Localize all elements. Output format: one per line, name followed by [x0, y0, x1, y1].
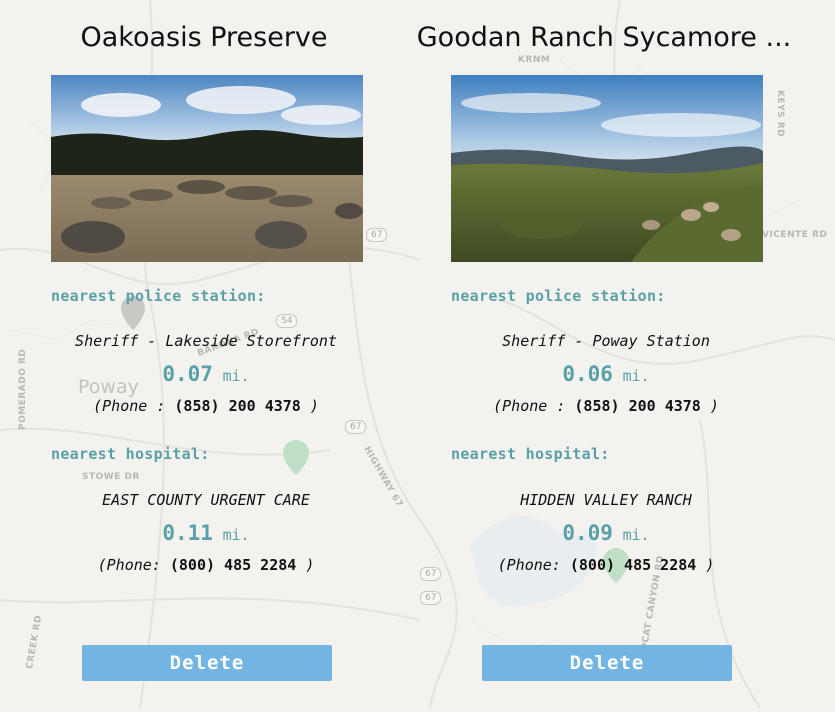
hospital-phone: (Phone: (800) 485 2284 ): [4, 556, 408, 574]
police-distance-unit: mi.: [622, 367, 650, 385]
police-phone-number[interactable]: (858) 200 4378: [574, 397, 700, 415]
hospital-distance-unit: mi.: [622, 526, 650, 544]
card-title: Oakoasis Preserve: [80, 22, 328, 53]
phone-prefix: (Phone :: [493, 397, 575, 415]
location-photo: [51, 75, 363, 262]
police-distance: 0.07 mi.: [4, 362, 408, 386]
delete-button[interactable]: Delete: [82, 645, 332, 681]
hospital-name: HIDDEN VALLEY RANCH: [520, 491, 692, 509]
police-phone: (Phone : (858) 200 4378 ): [4, 397, 408, 415]
police-distance: 0.06 mi.: [404, 362, 808, 386]
police-section-label: nearest police station:: [451, 287, 666, 305]
police-distance-value: 0.06: [562, 362, 613, 386]
hospital-distance: 0.11 mi.: [4, 521, 408, 545]
hospital-name: EAST COUNTY URGENT CARE: [102, 491, 310, 509]
hospital-distance-value: 0.11: [162, 521, 213, 545]
hospital-section-label: nearest hospital:: [51, 445, 210, 463]
card-title: Goodan Ranch Sycamore ...: [416, 22, 792, 53]
hospital-distance-value: 0.09: [562, 521, 613, 545]
hospital-distance-unit: mi.: [222, 526, 250, 544]
ranch-photo-icon: [451, 75, 763, 262]
hospital-phone: (Phone: (800) 485 2284 ): [404, 556, 808, 574]
police-phone-number[interactable]: (858) 200 4378: [174, 397, 300, 415]
location-card: Oakoasis Preserve nearest police station…: [4, 0, 404, 708]
phone-suffix: ): [296, 556, 315, 574]
phone-prefix: (Phone:: [97, 556, 170, 574]
phone-suffix: ): [300, 397, 319, 415]
police-distance-unit: mi.: [222, 367, 250, 385]
police-phone: (Phone : (858) 200 4378 ): [404, 397, 808, 415]
park-photo-icon: [51, 75, 363, 262]
hospital-phone-number[interactable]: (800) 485 2284: [570, 556, 696, 574]
police-section-label: nearest police station:: [51, 287, 266, 305]
phone-suffix: ): [696, 556, 715, 574]
hospital-phone-number[interactable]: (800) 485 2284: [170, 556, 296, 574]
hospital-distance: 0.09 mi.: [404, 521, 808, 545]
delete-button[interactable]: Delete: [482, 645, 732, 681]
location-photo: [451, 75, 763, 262]
police-station-name: Sheriff - Poway Station: [502, 332, 710, 350]
phone-suffix: ): [700, 397, 719, 415]
location-card: Goodan Ranch Sycamore ... nearest police…: [404, 0, 804, 708]
police-station-name: Sheriff - Lakeside Storefront: [75, 332, 337, 350]
hospital-section-label: nearest hospital:: [451, 445, 610, 463]
phone-prefix: (Phone :: [93, 397, 175, 415]
police-distance-value: 0.07: [162, 362, 213, 386]
phone-prefix: (Phone:: [497, 556, 570, 574]
